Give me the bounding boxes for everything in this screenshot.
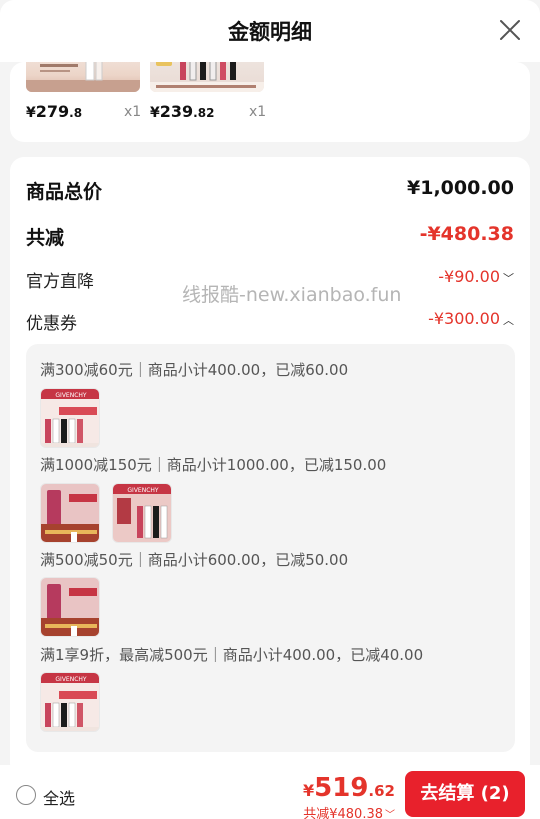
- goods-total-value: ¥1,000.00: [407, 177, 514, 199]
- chevron-up-icon[interactable]: ︿: [503, 312, 514, 328]
- coupon-rule-text: 满1享9折，最高减500元｜商品小计400.00，已减40.00: [40, 646, 424, 664]
- goods-total-label: 商品总价: [26, 181, 103, 203]
- coupon-detail-panel: 满300减60元｜商品小计400.00，已减60.00 GIVENCHY 满10…: [26, 344, 515, 752]
- product-thumbnail[interactable]: GIVENCHY: [40, 672, 100, 732]
- total-price: ¥519.62: [303, 773, 395, 803]
- coupon-label: 优惠券: [26, 314, 77, 334]
- official-discount-label: 官方直降: [26, 272, 94, 292]
- watermark: 线报酷-new.xianbao.fun: [182, 284, 402, 306]
- product-thumbnail[interactable]: [26, 62, 140, 92]
- product-thumbnail[interactable]: [150, 62, 264, 92]
- product-thumbnail[interactable]: [40, 577, 100, 637]
- radio-icon[interactable]: [16, 785, 36, 805]
- close-button[interactable]: [498, 18, 522, 42]
- goods-total-row: 商品总价 ¥1,000.00: [26, 177, 514, 205]
- brand-label: GIVENCHY: [127, 487, 159, 494]
- product-list-card: ¥279.8 x1 ¥239.82 x1: [10, 62, 530, 142]
- brand-label: GIVENCHY: [55, 676, 87, 683]
- coupon-rule-text: 满500减50元｜商品小计600.00，已减50.00: [40, 551, 349, 569]
- coupon-rule-text: 满300减60元｜商品小计400.00，已减60.00: [40, 361, 349, 379]
- product-thumbnail[interactable]: GIVENCHY: [112, 483, 172, 543]
- close-icon: [500, 20, 520, 40]
- product-thumbnail[interactable]: GIVENCHY: [40, 388, 100, 448]
- item-price: ¥279.8: [26, 102, 83, 121]
- official-discount-value: -¥90.00: [438, 267, 500, 286]
- sheet-header: 金额明细: [0, 0, 540, 62]
- coupon-rule-text: 满1000减150元｜商品小计1000.00，已减150.00: [40, 456, 387, 474]
- sheet-title: 金额明细: [228, 20, 312, 44]
- total-discount-value: -¥480.38: [419, 223, 514, 245]
- total-discount-summary[interactable]: 共减¥480.38 ﹀: [303, 803, 395, 819]
- total-discount-row: 共减 -¥480.38: [26, 223, 514, 251]
- total-discount-label: 共减: [26, 227, 65, 249]
- item-price: ¥239.82: [150, 102, 215, 121]
- brand-label: GIVENCHY: [55, 392, 87, 399]
- checkout-button[interactable]: 去结算 (2): [405, 771, 525, 817]
- select-all-label: 全选: [43, 789, 76, 808]
- checkout-bar: 全选 ¥519.62 共减¥480.38 ﹀ 去结算 (2): [0, 765, 540, 819]
- chevron-down-icon[interactable]: ﹀: [503, 270, 514, 286]
- coupon-value: -¥300.00: [428, 309, 500, 328]
- chevron-down-icon[interactable]: ﹀: [385, 810, 395, 819]
- product-thumbnail[interactable]: [40, 483, 100, 543]
- coupon-row[interactable]: 优惠券 -¥300.00 ︿: [26, 309, 514, 337]
- item-quantity: x1: [124, 104, 142, 120]
- item-quantity: x1: [249, 104, 267, 120]
